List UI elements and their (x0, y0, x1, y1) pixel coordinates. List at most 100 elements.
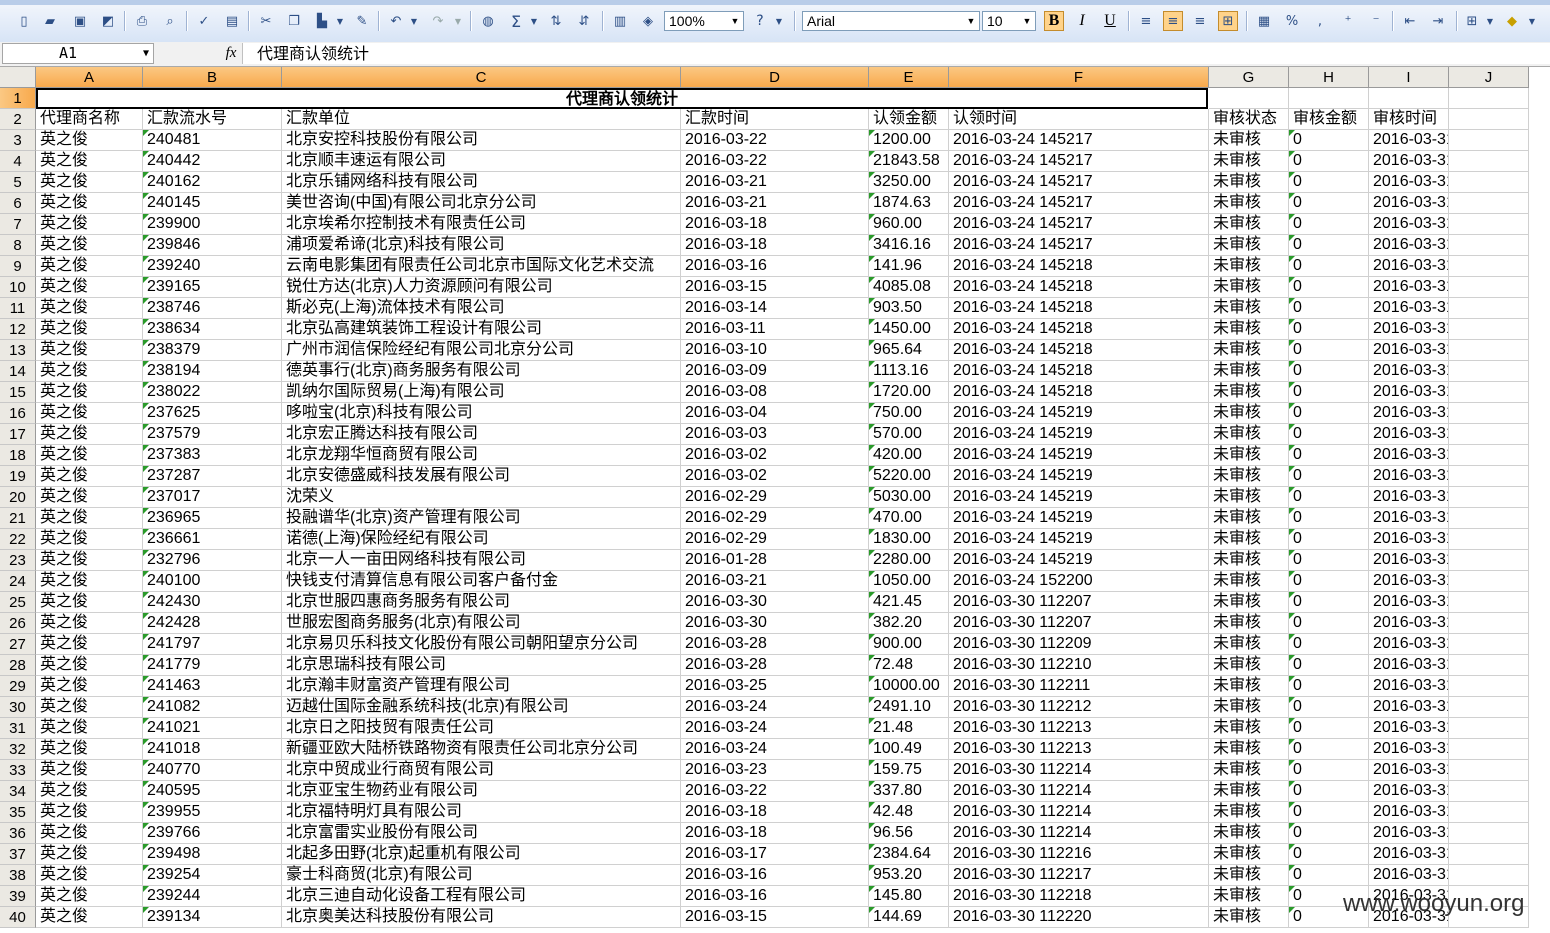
table-cell[interactable]: 0 (1289, 844, 1369, 865)
empty-cell[interactable] (1449, 508, 1529, 529)
table-cell[interactable]: 2016-01-28 (681, 550, 869, 571)
column-header-d[interactable]: D (681, 67, 869, 88)
table-cell[interactable]: 未审核 (1209, 172, 1289, 193)
table-cell[interactable]: 2016-03-24 145219 (949, 403, 1209, 424)
spelling-icon[interactable]: ✓ (194, 11, 214, 31)
table-cell[interactable]: 2016-02-29 (681, 487, 869, 508)
empty-cell[interactable] (1449, 697, 1529, 718)
table-cell[interactable]: 未审核 (1209, 424, 1289, 445)
empty-cell[interactable] (1449, 340, 1529, 361)
paste-icon[interactable]: ▙ (312, 11, 332, 31)
empty-cell[interactable] (1449, 571, 1529, 592)
table-cell[interactable]: 2016-03-31 060030 (1369, 550, 1449, 571)
table-cell[interactable]: 未审核 (1209, 403, 1289, 424)
row-header-1[interactable]: 1 (0, 88, 36, 109)
table-cell[interactable]: 北京三迪自动化设备工程有限公司 (282, 886, 681, 907)
table-cell[interactable]: 0 (1289, 382, 1369, 403)
table-cell[interactable]: 凯纳尔国际贸易(上海)有限公司 (282, 382, 681, 403)
table-cell[interactable]: 239254 (143, 865, 282, 886)
table-cell[interactable]: 2016-03-31 060030 (1369, 361, 1449, 382)
table-cell[interactable]: 0 (1289, 508, 1369, 529)
table-cell[interactable]: 2016-03-31 060030 (1369, 592, 1449, 613)
table-cell[interactable]: 337.80 (869, 781, 949, 802)
merge-center-icon[interactable]: ⊞ (1218, 11, 1238, 31)
table-cell[interactable]: 2280.00 (869, 550, 949, 571)
table-cell[interactable]: 未审核 (1209, 361, 1289, 382)
table-cell[interactable]: 北京中贸成业行商贸有限公司 (282, 760, 681, 781)
table-cell[interactable]: 2016-03-24 145218 (949, 277, 1209, 298)
table-cell[interactable]: 2016-03-15 (681, 277, 869, 298)
table-cell[interactable]: 未审核 (1209, 340, 1289, 361)
column-header-c[interactable]: C (282, 67, 681, 88)
table-cell[interactable]: 英之俊 (36, 907, 143, 928)
autosum-icon[interactable]: Σ (506, 11, 526, 31)
table-cell[interactable]: 未审核 (1209, 634, 1289, 655)
empty-cell[interactable] (1449, 130, 1529, 151)
table-cell[interactable]: 239846 (143, 235, 282, 256)
table-cell[interactable]: 1830.00 (869, 529, 949, 550)
table-cell[interactable]: 2016-03-14 (681, 298, 869, 319)
table-cell[interactable]: 2016-03-31 060030 (1369, 781, 1449, 802)
increase-decimal-icon[interactable]: ⁺ (1338, 11, 1358, 31)
table-cell[interactable]: 快钱支付清算信息有限公司客户备付金 (282, 571, 681, 592)
table-cell[interactable]: 96.56 (869, 823, 949, 844)
table-cell[interactable]: 2016-03-31 060030 (1369, 739, 1449, 760)
table-cell[interactable]: 2016-03-24 145217 (949, 172, 1209, 193)
table-cell[interactable]: 0 (1289, 781, 1369, 802)
table-cell[interactable]: 2016-03-24 145219 (949, 424, 1209, 445)
increase-indent-icon[interactable]: ⇥ (1428, 11, 1448, 31)
table-cell[interactable]: 2016-03-30 112214 (949, 781, 1209, 802)
row-header-10[interactable]: 10 (0, 277, 36, 298)
table-cell[interactable]: 0 (1289, 802, 1369, 823)
table-cell[interactable]: 未审核 (1209, 130, 1289, 151)
table-cell[interactable]: 英之俊 (36, 592, 143, 613)
table-cell[interactable]: 2016-03-24 (681, 739, 869, 760)
table-cell[interactable]: 2016-03-31 060030 (1369, 487, 1449, 508)
table-cell[interactable]: 2016-03-31 060030 (1369, 865, 1449, 886)
table-cell[interactable]: 0 (1289, 277, 1369, 298)
table-cell[interactable]: 北京弘高建筑装饰工程设计有限公司 (282, 319, 681, 340)
table-cell[interactable]: 2016-03-31 060030 (1369, 634, 1449, 655)
table-cell[interactable]: 0 (1289, 613, 1369, 634)
table-cell[interactable]: 2016-03-22 (681, 151, 869, 172)
table-cell[interactable]: 英之俊 (36, 508, 143, 529)
table-header-cell[interactable]: 认领时间 (949, 109, 1209, 130)
empty-cell[interactable] (1449, 88, 1529, 109)
table-cell[interactable]: 2491.10 (869, 697, 949, 718)
empty-cell[interactable] (1369, 88, 1449, 109)
table-cell[interactable]: 英之俊 (36, 487, 143, 508)
undo-dropdown-icon[interactable]: ▼ (408, 11, 420, 31)
empty-cell[interactable] (1449, 634, 1529, 655)
table-cell[interactable]: 2016-03-31 060030 (1369, 445, 1449, 466)
table-cell[interactable]: 2016-03-31 060030 (1369, 130, 1449, 151)
table-cell[interactable]: 英之俊 (36, 655, 143, 676)
percent-button[interactable]: % (1282, 11, 1302, 31)
table-cell[interactable]: 2016-03-31 060030 (1369, 529, 1449, 550)
row-header-23[interactable]: 23 (0, 550, 36, 571)
table-cell[interactable]: 0 (1289, 592, 1369, 613)
table-cell[interactable]: 英之俊 (36, 634, 143, 655)
table-cell[interactable]: 诺德(上海)保险经纪有限公司 (282, 529, 681, 550)
row-header-2[interactable]: 2 (0, 109, 36, 130)
select-all-corner[interactable] (0, 67, 36, 88)
table-cell[interactable]: 锐仕方达(北京)人力资源顾问有限公司 (282, 277, 681, 298)
table-cell[interactable]: 北京安控科技股份有限公司 (282, 130, 681, 151)
drawing-icon[interactable]: ◈ (638, 11, 658, 31)
table-cell[interactable]: 英之俊 (36, 340, 143, 361)
table-cell[interactable]: 100.49 (869, 739, 949, 760)
table-cell[interactable]: 0 (1289, 718, 1369, 739)
format-painter-icon[interactable]: ✎ (352, 11, 372, 31)
align-center-icon[interactable]: ≡ (1163, 11, 1183, 31)
empty-cell[interactable] (1449, 151, 1529, 172)
font-size-select[interactable]: 10 ▼ (982, 11, 1036, 31)
table-cell[interactable]: 2016-03-24 145217 (949, 235, 1209, 256)
table-cell[interactable]: 2016-03-16 (681, 886, 869, 907)
table-cell[interactable]: 2016-03-24 145218 (949, 319, 1209, 340)
table-cell[interactable]: 2016-03-24 145218 (949, 298, 1209, 319)
table-cell[interactable]: 北京日之阳技贸有限责任公司 (282, 718, 681, 739)
borders-dropdown-icon[interactable]: ▼ (1484, 11, 1496, 31)
table-cell[interactable]: 2016-03-31 060030 (1369, 151, 1449, 172)
empty-cell[interactable] (1449, 676, 1529, 697)
empty-cell[interactable] (1449, 382, 1529, 403)
table-cell[interactable]: 0 (1289, 697, 1369, 718)
